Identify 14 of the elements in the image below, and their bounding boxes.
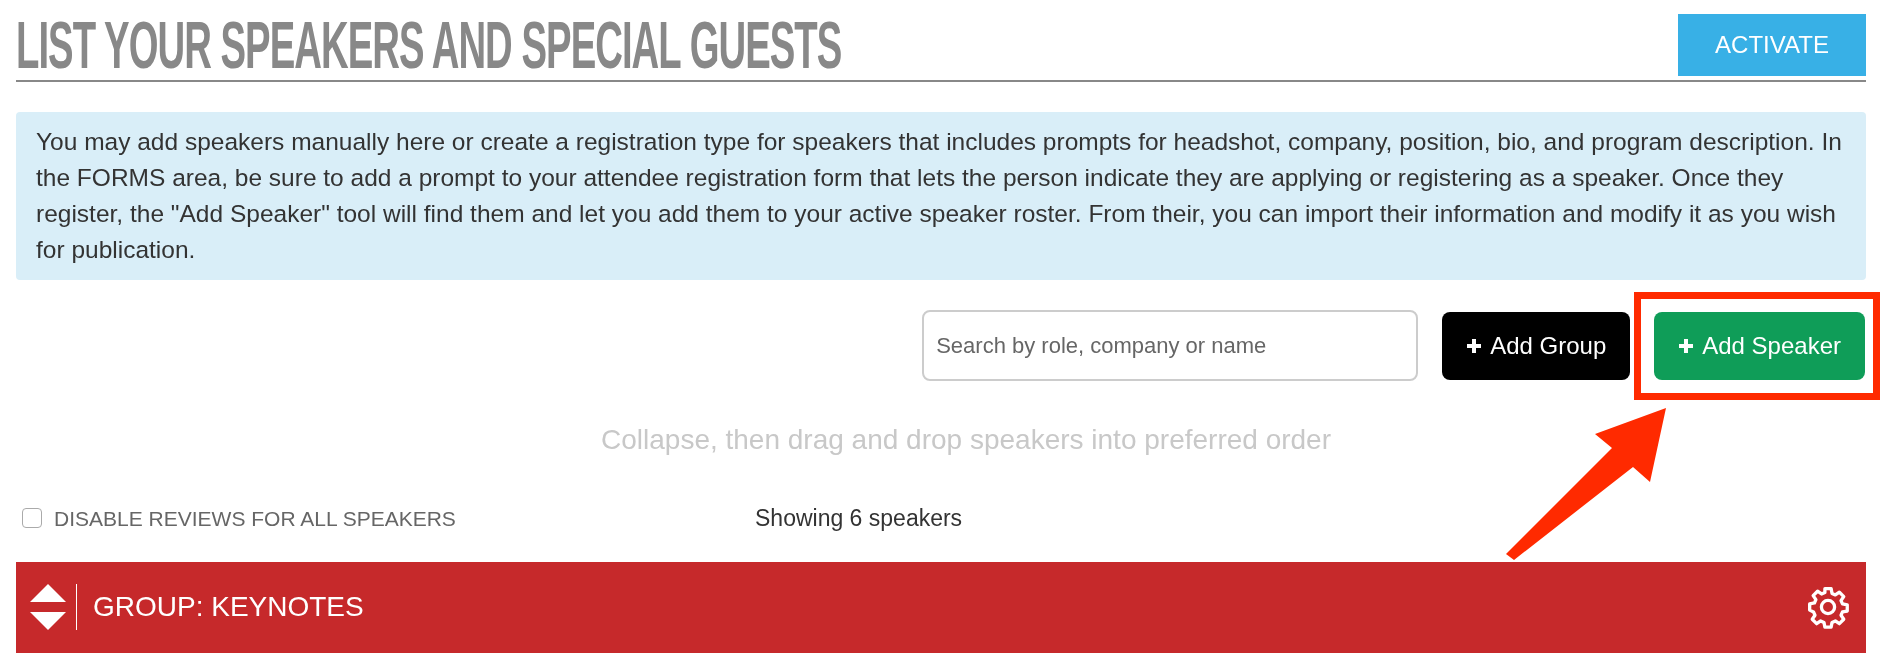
plus-icon <box>1678 337 1695 354</box>
info-text: You may add speakers manually here or create a registration type for speakers that includes prompts for headshot, company, position, bio, and program description. In the FORMS area, be sure to add a prompt to your attendee registration form that lets the person indicate they are applying or registering as a speaker. Once they register, the "Add Speaker" tool will find them and let you add them to your active speaker roster. From their, you can import their information and modify it as you wish for publication. <box>36 127 1843 265</box>
add-button[interactable]: Add Group <box>1442 311 1631 380</box>
page-title: LIST YOUR SPEAKERS AND SPECIAL GUESTS <box>16 12 842 78</box>
group-header[interactable]: GROUP: KEYNOTES <box>16 561 1866 653</box>
speaker-count: Showing 6 speakers <box>755 504 963 533</box>
search-field[interactable]: Search by role, company or name <box>922 310 1419 381</box>
group-title: GROUP: KEYNOTES <box>93 590 365 624</box>
checkbox[interactable] <box>22 508 42 529</box>
settings-icon[interactable] <box>1806 585 1850 629</box>
reorder-icon[interactable] <box>30 584 66 630</box>
checkbox-label: DISABLE REVIEWS FOR ALL SPEAKERS <box>54 505 456 532</box>
plus-icon <box>1466 337 1483 354</box>
add-button[interactable]: Add Speaker <box>1654 311 1865 380</box>
